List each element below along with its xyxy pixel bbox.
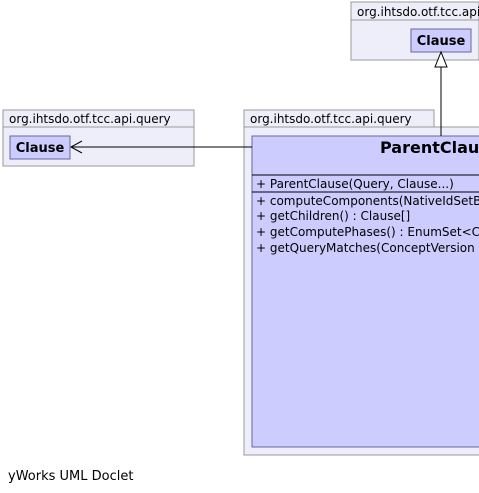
package-left-name: org.ihtsdo.otf.tcc.api.query — [9, 112, 171, 126]
uml-class-diagram: org.ihtsdo.otf.tcc.api Clause org.ihtsdo… — [2, 1, 479, 484]
method-get-query-matches: + getQueryMatches(ConceptVersion — [256, 241, 475, 255]
method-get-compute-phases: + getComputePhases() : EnumSet<C — [256, 225, 479, 239]
class-parent-clause-name: ParentClau — [380, 138, 479, 157]
class-clause-left-name: Clause — [16, 141, 65, 156]
generalization-edge — [434, 50, 448, 136]
package-top-right: org.ihtsdo.otf.tcc.api Clause — [350, 1, 479, 61]
package-top-right-name: org.ihtsdo.otf.tcc.api — [357, 5, 479, 19]
class-clause-top-name: Clause — [417, 34, 466, 49]
package-left: org.ihtsdo.otf.tcc.api.query Clause — [2, 109, 195, 167]
method-compute-components: + computeComponents(NativeIdSetB — [256, 194, 479, 208]
class-parent-clause: ParentClau + ParentClause(Query, Clause.… — [251, 135, 479, 448]
method-get-children: + getChildren() : Clause[] — [256, 209, 410, 223]
package-main-name: org.ihtsdo.otf.tcc.api.query — [250, 112, 412, 126]
footer-credit: yWorks UML Doclet — [8, 469, 133, 484]
constructor-parent-clause: + ParentClause(Query, Clause...) — [256, 177, 454, 191]
